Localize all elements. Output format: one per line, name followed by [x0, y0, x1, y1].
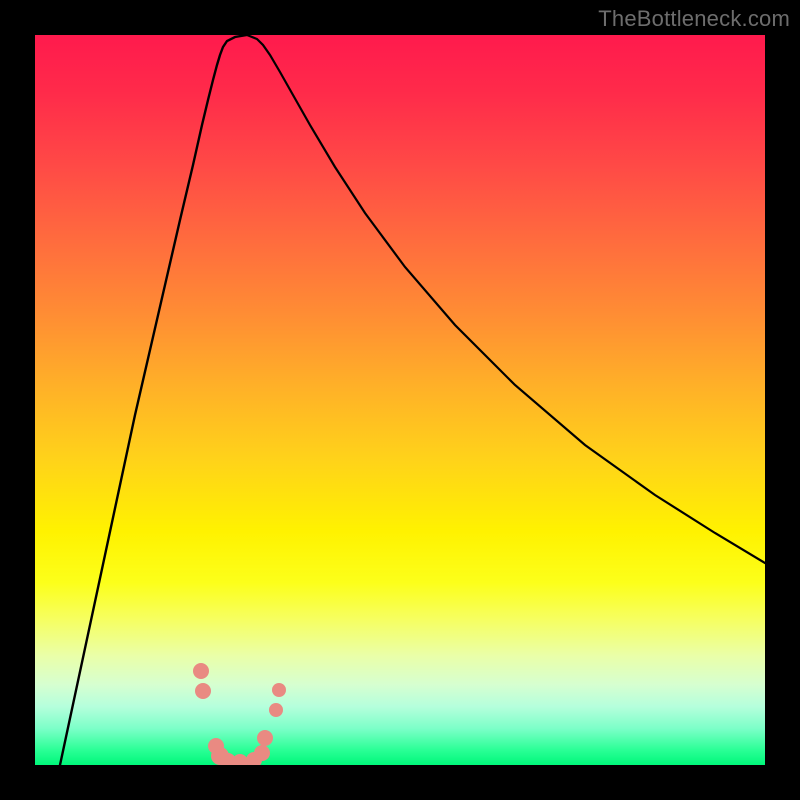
- curve-layer: [35, 35, 765, 765]
- right-curve: [247, 35, 765, 563]
- marker-dot: [232, 754, 248, 765]
- marker-group: [193, 663, 286, 765]
- marker-dot: [272, 683, 286, 697]
- plot-area: [35, 35, 765, 765]
- chart-frame: TheBottleneck.com: [0, 0, 800, 800]
- left-curve: [60, 35, 247, 765]
- marker-dot: [195, 683, 211, 699]
- marker-dot: [269, 703, 283, 717]
- marker-dot: [257, 730, 273, 746]
- watermark-text: TheBottleneck.com: [598, 6, 790, 32]
- marker-dot: [254, 745, 270, 761]
- marker-dot: [193, 663, 209, 679]
